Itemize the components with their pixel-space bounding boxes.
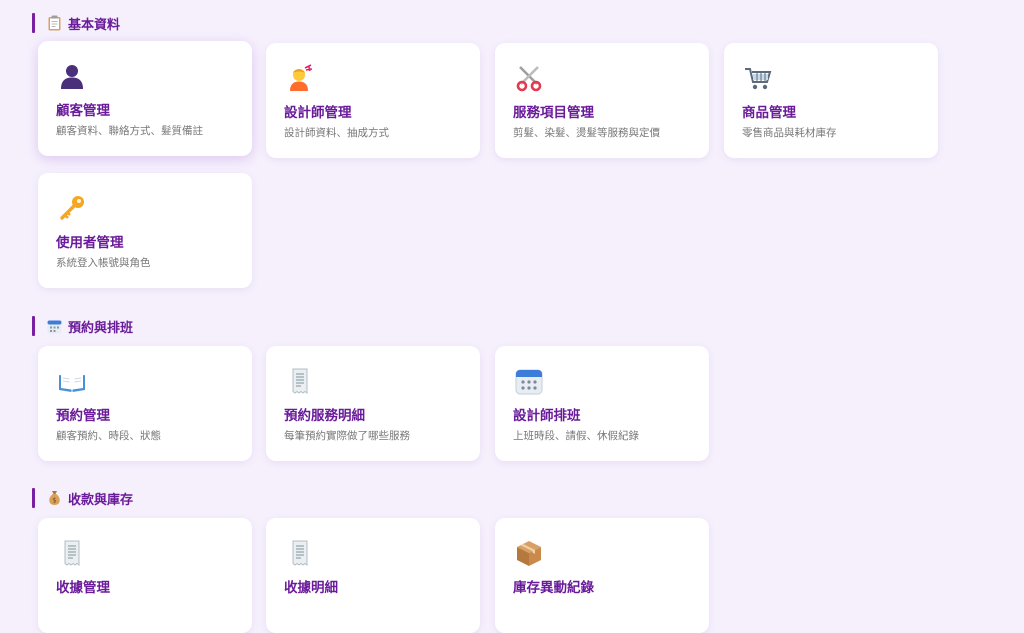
- card-designer-management[interactable]: 設計師管理 設計師資料、抽成方式: [266, 43, 480, 158]
- receipt-icon: [286, 367, 314, 395]
- card-description: 設計師資料、抽成方式: [284, 127, 389, 139]
- section-header-basic-data: 基本資料: [32, 13, 120, 33]
- clipboard-icon: [46, 15, 62, 31]
- card-title: 預約服務明細: [284, 408, 365, 424]
- card-title: 預約管理: [56, 408, 110, 424]
- card-designer-schedule[interactable]: 設計師排班 上班時段、請假、休假紀錄: [495, 346, 709, 461]
- card-booking-management[interactable]: 預約管理 顧客預約、時段、狀態: [38, 346, 252, 461]
- section-title: 預約與排班: [68, 320, 134, 336]
- calendar-icon: [46, 318, 62, 334]
- receipt-icon: [286, 539, 314, 567]
- money-bag-icon: $: [46, 490, 62, 506]
- card-description: 上班時段、請假、休假紀錄: [513, 430, 639, 442]
- card-inventory-change-log[interactable]: 庫存異動紀錄: [495, 518, 709, 633]
- haircut-person-icon: [286, 64, 314, 92]
- card-title: 庫存異動紀錄: [513, 580, 594, 596]
- section-header-payment-inventory: $ 收款與庫存: [32, 488, 133, 508]
- calendar-icon: [515, 367, 543, 395]
- shopping-cart-icon: [744, 64, 772, 92]
- receipt-icon: [58, 539, 86, 567]
- svg-text:$: $: [52, 497, 56, 505]
- card-user-management[interactable]: 使用者管理 系統登入帳號與角色: [38, 173, 252, 288]
- card-title: 服務項目管理: [513, 105, 594, 121]
- card-title: 顧客管理: [56, 103, 110, 119]
- card-customer-management[interactable]: 顧客管理 顧客資料、聯絡方式、髮質備註: [38, 41, 252, 156]
- card-service-item-management[interactable]: 服務項目管理 剪髮、染髮、燙髮等服務與定價: [495, 43, 709, 158]
- card-description: 顧客資料、聯絡方式、髮質備註: [56, 125, 203, 137]
- card-title: 商品管理: [742, 105, 796, 121]
- package-icon: [515, 539, 543, 567]
- section-accent-bar: [32, 316, 35, 336]
- section-title: 收款與庫存: [68, 492, 134, 508]
- person-silhouette-icon: [58, 62, 86, 90]
- open-book-icon: [58, 367, 86, 395]
- card-receipt-details[interactable]: 收據明細: [266, 518, 480, 633]
- section-header-booking-scheduling: 預約與排班: [32, 316, 133, 336]
- card-description: 零售商品與耗材庫存: [742, 127, 837, 139]
- card-title: 設計師排班: [513, 408, 581, 424]
- card-booking-service-details[interactable]: 預約服務明細 每筆預約實際做了哪些服務: [266, 346, 480, 461]
- section-title: 基本資料: [68, 17, 121, 33]
- section-accent-bar: [32, 488, 35, 508]
- card-description: 顧客預約、時段、狀態: [56, 430, 161, 442]
- card-title: 收據管理: [56, 580, 110, 596]
- card-product-management[interactable]: 商品管理 零售商品與耗材庫存: [724, 43, 938, 158]
- key-icon: [58, 194, 86, 222]
- card-receipt-management[interactable]: 收據管理: [38, 518, 252, 633]
- card-title: 使用者管理: [56, 235, 124, 251]
- section-accent-bar: [32, 13, 35, 33]
- card-description: 剪髮、染髮、燙髮等服務與定價: [513, 127, 660, 139]
- card-description: 每筆預約實際做了哪些服務: [284, 430, 410, 442]
- card-title: 設計師管理: [284, 105, 352, 121]
- card-description: 系統登入帳號與角色: [56, 257, 151, 269]
- scissors-icon: [515, 64, 543, 92]
- card-title: 收據明細: [284, 580, 338, 596]
